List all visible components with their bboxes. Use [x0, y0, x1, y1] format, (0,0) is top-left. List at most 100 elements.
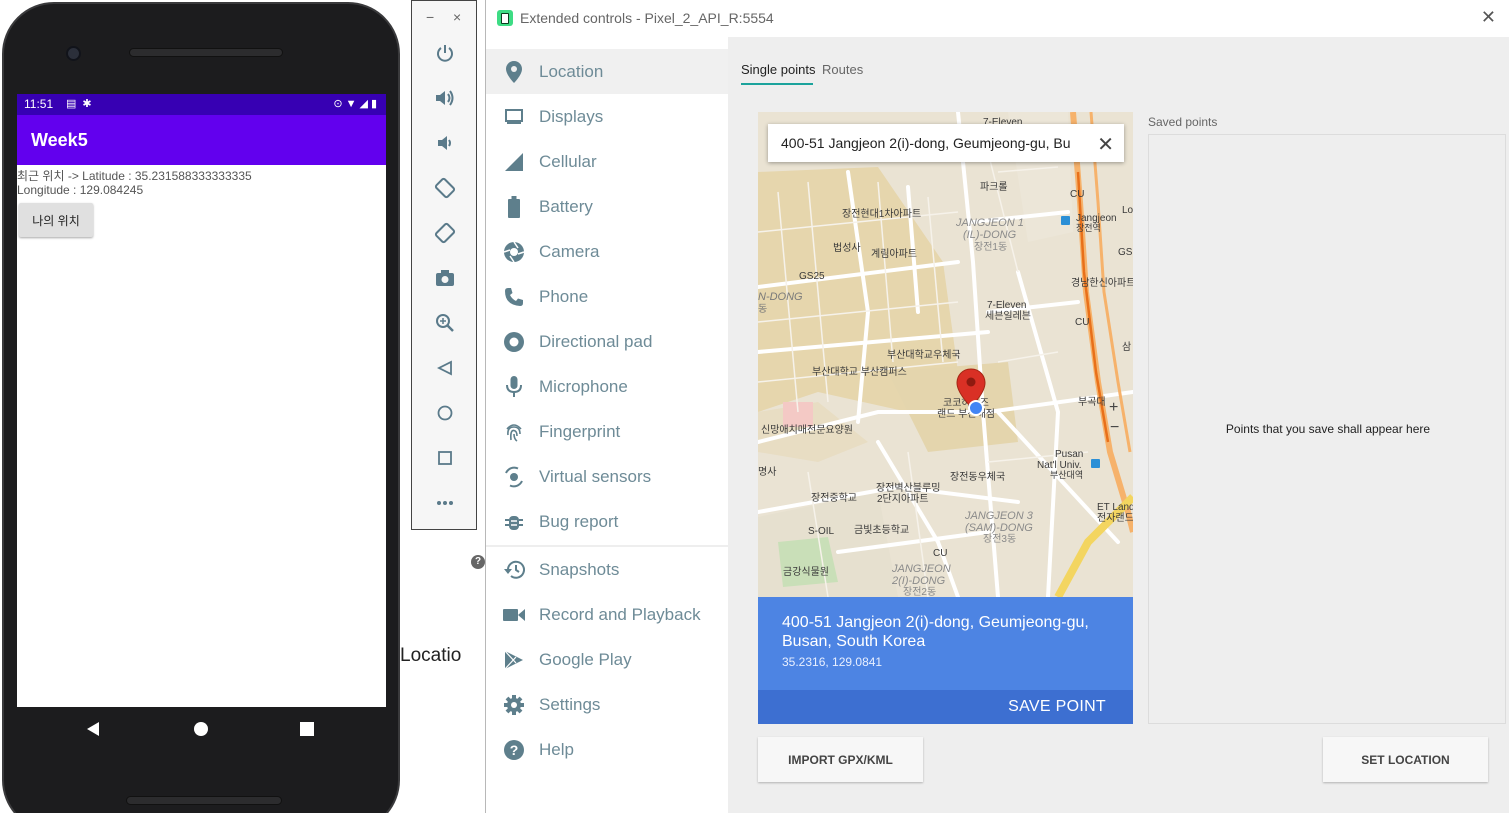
overview-icon[interactable] [433, 446, 457, 470]
extended-controls-window: Extended controls - Pixel_2_API_R:5554 ✕… [485, 0, 1509, 813]
back-icon[interactable] [433, 356, 457, 380]
tab-routes[interactable]: Routes [822, 62, 863, 77]
map-label: 파크롤 [980, 181, 1008, 193]
rotate-right-icon[interactable] [433, 221, 457, 245]
emulator-app-icon [497, 10, 513, 26]
display-icon [503, 106, 525, 128]
video-icon [503, 604, 525, 626]
background-help-icon: ? [471, 555, 485, 569]
bug-icon [503, 511, 525, 533]
sidebar-item-label: Microphone [539, 376, 628, 396]
sidebar-item-camera[interactable]: Camera [486, 229, 728, 274]
sidebar-item-displays[interactable]: Displays [486, 94, 728, 139]
save-point-button[interactable]: SAVE POINT [1008, 698, 1106, 716]
back-nav-button[interactable] [83, 719, 103, 739]
sidebar-item-phone[interactable]: Phone [486, 274, 728, 319]
earpiece-speaker [129, 48, 283, 57]
android-emulator-phone: 11:51 ▤✱ ⊙▼◢▮ Week5 최근 위치 -> Latitude : … [0, 0, 403, 813]
front-camera [66, 46, 81, 61]
volume-down-icon[interactable] [433, 131, 457, 155]
screenshot-camera-icon[interactable] [433, 266, 457, 290]
location-status-icon: ⊙ [333, 98, 346, 110]
sidebar-item-record-playback[interactable]: Record and Playback [486, 592, 728, 637]
sidebar-item-virtual-sensors[interactable]: Virtual sensors [486, 454, 728, 499]
sidebar-item-google-play[interactable]: Google Play [486, 637, 728, 682]
cellular-icon [503, 151, 525, 173]
map-label: GS [1118, 247, 1133, 258]
map-label: 장전중학교 [811, 492, 857, 504]
play-icon [503, 649, 525, 671]
rotate-left-icon[interactable] [433, 176, 457, 200]
bottom-speaker [126, 796, 282, 805]
tab-single-points[interactable]: Single points [741, 62, 815, 77]
sidebar-item-bug-report[interactable]: Bug report [486, 499, 728, 544]
window-title: Extended controls - Pixel_2_API_R:5554 [520, 10, 774, 26]
emulator-toolbar: − × [411, 0, 477, 530]
sidebar-item-help[interactable]: ? Help [486, 727, 728, 772]
notification-icon: ▤ [66, 98, 83, 110]
sidebar-item-label: Settings [539, 694, 601, 714]
saved-points-list[interactable]: Points that you save shall appear here [1148, 134, 1506, 724]
map-label: JANGJEON 3 [964, 510, 1034, 522]
map-search-box[interactable]: 400-51 Jangjeon 2(i)-dong, Geumjeong-gu,… [768, 124, 1124, 162]
metro-station-icon [1061, 216, 1070, 225]
map-label: 장전1동 [974, 241, 1007, 253]
clear-search-icon[interactable]: ✕ [1097, 132, 1114, 157]
window-titlebar: Extended controls - Pixel_2_API_R:5554 ✕ [486, 0, 1509, 37]
svg-text:?: ? [510, 742, 519, 758]
import-gpx-kml-button[interactable]: IMPORT GPX/KML [758, 737, 923, 782]
sidebar-item-fingerprint[interactable]: Fingerprint [486, 409, 728, 454]
sidebar-item-label: Help [539, 739, 574, 759]
close-window-button[interactable]: ✕ [1481, 7, 1496, 28]
zoom-out-button[interactable]: − [1110, 419, 1119, 437]
history-icon [503, 559, 525, 581]
overview-square-icon [300, 722, 314, 736]
map-label: CU [1075, 317, 1089, 328]
map-label: 동 [758, 303, 767, 315]
more-options-icon[interactable] [433, 491, 457, 515]
sidebar-item-directional-pad[interactable]: Directional pad [486, 319, 728, 364]
home-nav-button[interactable] [191, 719, 211, 739]
wifi-icon: ▼ [345, 98, 360, 110]
power-icon[interactable] [433, 41, 457, 65]
map-label: 계림아파트 [871, 248, 917, 260]
current-location-dot [968, 400, 984, 416]
set-location-button[interactable]: SET LOCATION [1323, 737, 1488, 782]
map-label: 장전역 [1076, 223, 1101, 233]
status-notification-icons: ▤✱ [66, 97, 98, 110]
latitude-text: 최근 위치 -> Latitude : 35.231588333333335 [17, 169, 252, 183]
home-icon[interactable] [433, 401, 457, 425]
close-emulator-button[interactable]: × [453, 9, 461, 25]
map-label: Lo [1122, 205, 1133, 216]
map-label: ET Land [1097, 502, 1133, 513]
map-label: JANGJEON [891, 563, 951, 575]
map-label: 전자랜드 [1097, 512, 1133, 524]
sidebar-item-battery[interactable]: Battery [486, 184, 728, 229]
minimize-button[interactable]: − [426, 9, 434, 25]
sidebar-item-label: Fingerprint [539, 421, 621, 441]
map-search-input[interactable]: 400-51 Jangjeon 2(i)-dong, Geumjeong-gu,… [781, 135, 1086, 151]
sidebar-item-cellular[interactable]: Cellular [486, 139, 728, 184]
map-label: JANGJEON 1 [955, 217, 1024, 229]
sidebar-item-label: Phone [539, 286, 589, 306]
dpad-icon [503, 331, 525, 353]
zoom-in-button[interactable]: + [1109, 399, 1118, 417]
my-location-button[interactable]: 나의 위치 [19, 203, 93, 237]
sidebar-item-settings[interactable]: Settings [486, 682, 728, 727]
sidebar-item-label: Directional pad [539, 331, 653, 351]
back-triangle-icon [87, 722, 99, 736]
navigation-bar [17, 707, 386, 751]
map-canvas[interactable]: 7-Eleven CU 파크롤 장전현대1차아파트 JANGJEON 1 (IL… [758, 112, 1133, 597]
overview-nav-button[interactable] [297, 719, 317, 739]
zoom-icon[interactable] [433, 311, 457, 335]
sidebar-item-snapshots[interactable]: Snapshots [486, 547, 728, 592]
map-label: CU [933, 548, 947, 559]
sidebar-item-microphone[interactable]: Microphone [486, 364, 728, 409]
active-tab-indicator [741, 83, 813, 85]
phone-icon [503, 286, 525, 308]
sidebar-item-location[interactable]: Location [486, 49, 728, 94]
app-title: Week5 [31, 130, 88, 150]
map-view[interactable]: 7-Eleven CU 파크롤 장전현대1차아파트 JANGJEON 1 (IL… [758, 112, 1133, 597]
sidebar-item-label: Camera [539, 241, 600, 261]
volume-up-icon[interactable] [433, 86, 457, 110]
